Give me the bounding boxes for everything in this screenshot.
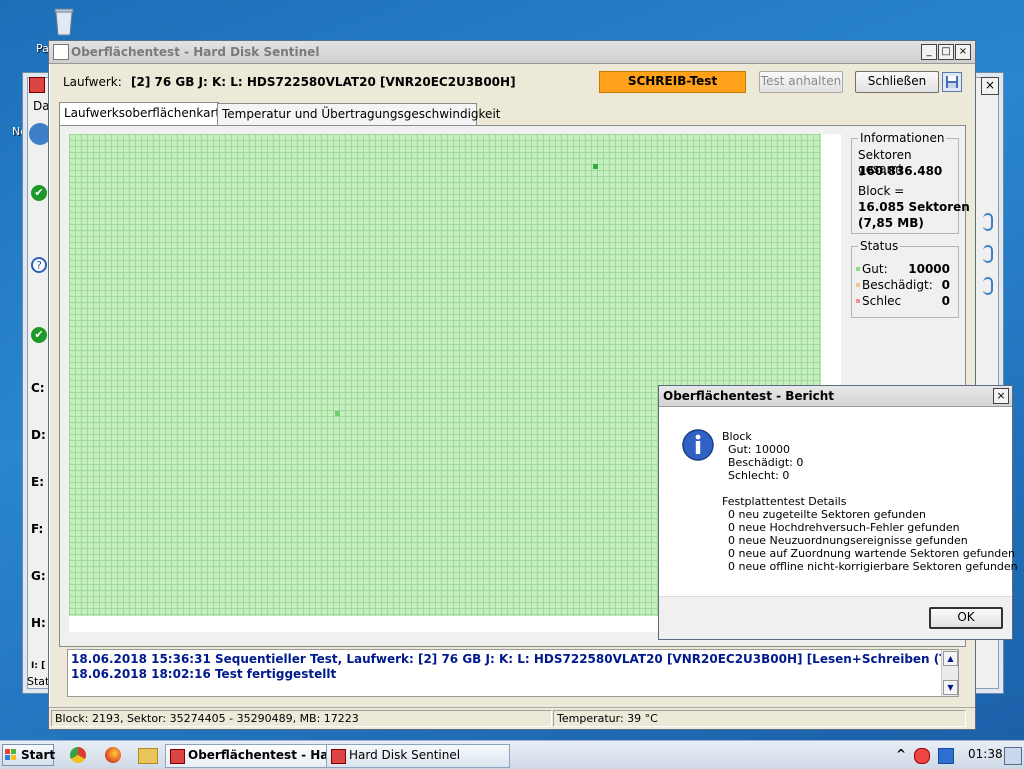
firefox-icon[interactable]: [105, 747, 121, 763]
dialog-detail-line: 0 neue auf Zuordnung wartende Sektoren g…: [728, 547, 1016, 560]
dialog-detail-line: 0 neue Neuzuordnungsereignisse gefunden: [728, 534, 968, 547]
minimize-button[interactable]: _: [921, 44, 937, 60]
bad-value: 0: [941, 294, 950, 308]
drive-item[interactable]: H:: [31, 616, 46, 630]
drive-item[interactable]: D:: [31, 428, 46, 442]
tray-warning-icon[interactable]: [914, 748, 930, 764]
dialog-title: Oberflächentest - Bericht: [663, 389, 834, 403]
windows-logo-icon: [5, 749, 17, 761]
scroll-up-icon[interactable]: ▲: [943, 651, 958, 666]
ok-button[interactable]: OK: [929, 607, 1003, 629]
status-group: Status Gut: 10000 Beschädigt: 0 Schlec 0: [851, 239, 959, 318]
log-line: 18.06.2018 15:36:31 Sequentieller Test, …: [71, 652, 958, 666]
block-value: 16.085 Sektoren: [858, 200, 970, 214]
dialog-damaged: Beschädigt: 0: [728, 456, 804, 469]
status-bar: Block: 2193, Sektor: 35274405 - 35290489…: [49, 707, 975, 728]
damaged-value: 0: [941, 278, 950, 292]
status-temperature: Temperatur: 39 °C: [553, 710, 966, 727]
report-dialog[interactable]: Oberflächentest - Bericht × Block Gut: 1…: [658, 385, 1018, 640]
damaged-color-swatch: [856, 283, 860, 287]
radio-icon: [983, 245, 993, 263]
log-area[interactable]: 18.06.2018 15:36:31 Sequentieller Test, …: [67, 649, 959, 697]
close-icon[interactable]: ×: [981, 77, 999, 95]
dialog-bad: Schlecht: 0: [728, 469, 790, 482]
dialog-close-icon[interactable]: ×: [993, 388, 1009, 404]
explorer-folder-icon[interactable]: [138, 748, 158, 764]
drive-label: Laufwerk:: [63, 75, 122, 89]
start-label: Start: [21, 748, 56, 762]
save-icon[interactable]: [942, 72, 962, 92]
info-caption: Informationen: [858, 131, 947, 145]
status-fragment: Stat: [27, 675, 50, 688]
info-icon: [681, 428, 715, 462]
pause-test-button[interactable]: Test anhalten: [759, 71, 843, 93]
check-icon: ✔: [31, 185, 47, 201]
show-desktop-icon[interactable]: [1004, 747, 1022, 765]
desktop-label: Pa: [36, 42, 49, 55]
taskbar-item-label: Oberflächentest - Har...: [188, 748, 326, 762]
radio-icon: [983, 277, 993, 295]
block-size: (7,85 MB): [858, 216, 924, 230]
close-button[interactable]: Schließen: [855, 71, 939, 93]
block-marker: [593, 164, 598, 169]
block-label: Block =: [858, 184, 905, 198]
taskbar-item-hard-disk-sentinel[interactable]: Hard Disk Sentinel: [326, 744, 510, 768]
drive-item[interactable]: I: [: [31, 661, 45, 671]
status-block-info: Block: 2193, Sektor: 35274405 - 35290489…: [51, 710, 552, 727]
mode-badge: SCHREIB-Test: [599, 71, 746, 93]
recycle-bin-icon[interactable]: [52, 6, 76, 36]
log-scrollbar[interactable]: ▲ ▼: [941, 650, 958, 696]
scroll-down-icon[interactable]: ▼: [943, 680, 958, 695]
tray-expand-icon[interactable]: ^: [896, 747, 906, 761]
good-label: Gut:: [862, 262, 888, 276]
hds-app-icon: [331, 749, 346, 764]
log-line: 18.06.2018 18:02:16 Test fertiggestellt: [71, 667, 337, 681]
window-title: Oberflächentest - Hard Disk Sentinel: [71, 45, 320, 59]
app-icon: [29, 77, 45, 93]
taskbar: Start Oberflächentest - Har... Hard Disk…: [0, 740, 1024, 769]
sectors-value: 160.836.480: [858, 164, 943, 178]
tab-temperature[interactable]: Temperatur und Übertragungsgeschwindigke…: [217, 103, 500, 125]
tray-app-icon[interactable]: [938, 748, 954, 764]
block-marker: [335, 411, 340, 416]
drive-item[interactable]: G:: [31, 569, 46, 583]
chrome-icon[interactable]: [70, 747, 86, 763]
maximize-button[interactable]: □: [938, 44, 954, 60]
radio-icon: [983, 213, 993, 231]
close-window-button[interactable]: ×: [955, 44, 971, 60]
bad-label: Schlec: [862, 294, 902, 308]
tab-surface-map[interactable]: Laufwerksoberflächenkarte: [59, 102, 227, 126]
dialog-detail-line: 0 neue offline nicht-korrigierbare Sekto…: [728, 560, 1018, 573]
status-caption: Status: [858, 239, 901, 253]
dialog-block-heading: Block: [722, 430, 752, 443]
info-group: Informationen Sektoren gesamt 160.836.48…: [851, 131, 970, 234]
damaged-label: Beschädigt:: [862, 278, 933, 292]
bad-color-swatch: [856, 299, 860, 303]
clock[interactable]: 01:38: [968, 747, 1003, 761]
taskbar-item-label: Hard Disk Sentinel: [349, 748, 461, 762]
question-icon: ?: [31, 257, 47, 273]
good-value: 10000: [908, 262, 950, 276]
title-bar[interactable]: Oberflächentest - Hard Disk Sentinel _ □…: [49, 41, 975, 64]
dialog-detail-line: 0 neue Hochdrehversuch-Fehler gefunden: [728, 521, 960, 534]
dialog-good: Gut: 10000: [728, 443, 791, 456]
drive-value: [2] 76 GB J: K: L: HDS722580VLAT20 [VNR2…: [131, 75, 516, 89]
good-color-swatch: [856, 267, 860, 271]
dialog-footer: OK: [659, 596, 1012, 639]
dialog-detail-line: 0 neu zugeteilte Sektoren gefunden: [728, 508, 926, 521]
app-icon: [53, 44, 69, 60]
dialog-details-heading: Festplattentest Details: [722, 495, 847, 508]
hds-app-icon: [170, 749, 185, 764]
dialog-title-bar[interactable]: Oberflächentest - Bericht ×: [659, 386, 1012, 407]
taskbar-item-surface-test[interactable]: Oberflächentest - Har...: [165, 744, 327, 768]
check-icon: ✔: [31, 327, 47, 343]
